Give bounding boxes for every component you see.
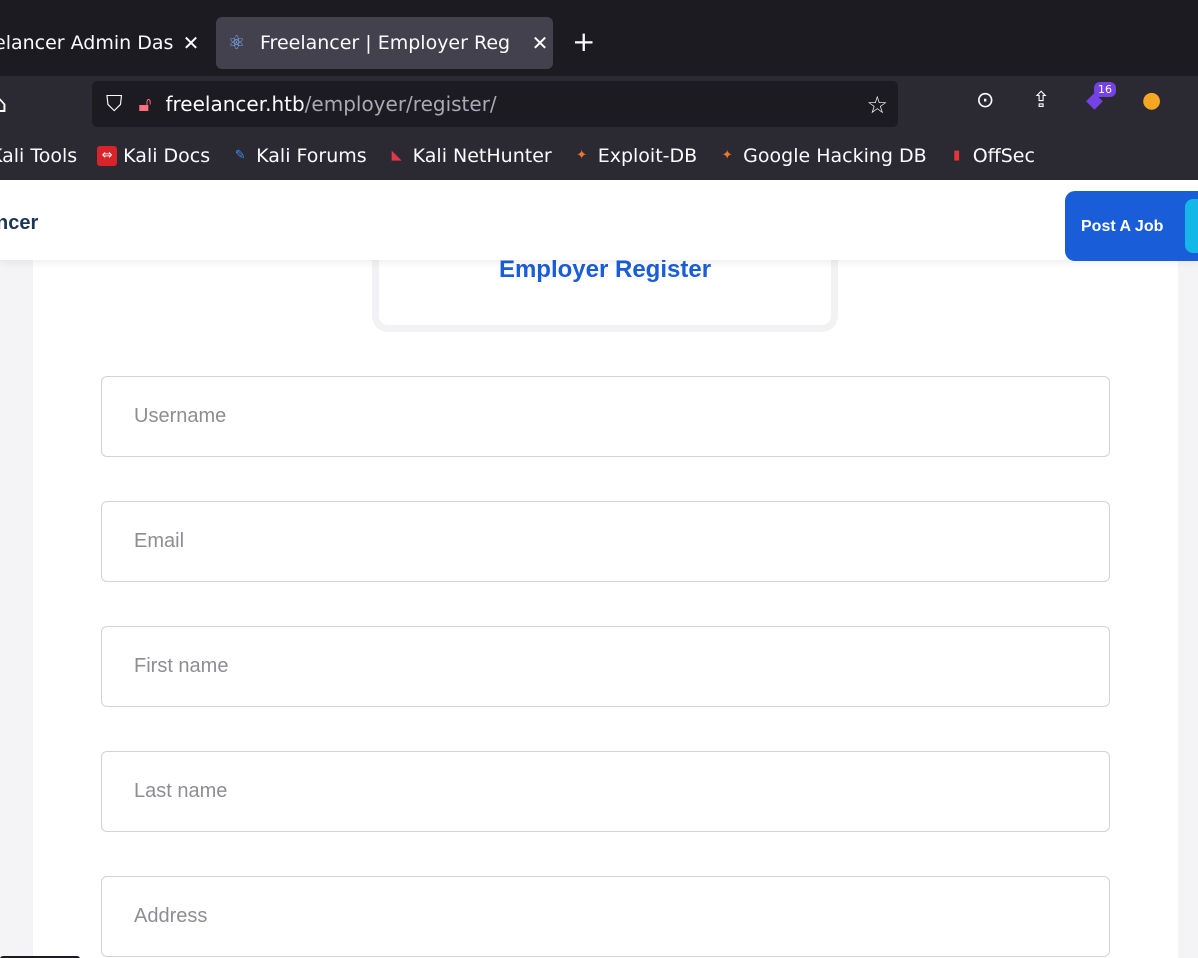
home-icon[interactable]: ⌂: [0, 90, 7, 118]
tab-strip: elancer Admin Das ✕ ⚛ Freelancer | Emplo…: [0, 0, 1198, 76]
site-logo[interactable]: ncer: [0, 212, 38, 235]
new-tab-button[interactable]: +: [572, 27, 595, 57]
kali-forums-icon: ✎: [234, 148, 246, 163]
url-bar[interactable]: ⛉ 🔓︎ freelancer.htb/employer/register/ ☆: [92, 81, 898, 127]
site-header: ncer Post A Job: [0, 180, 1198, 261]
url-text[interactable]: freelancer.htb/employer/register/: [165, 92, 496, 116]
first-name-input[interactable]: [102, 627, 1109, 706]
browser-chrome: elancer Admin Das ✕ ⚛ Freelancer | Emplo…: [0, 0, 1198, 180]
last-name-input[interactable]: [102, 752, 1109, 831]
bookmark-star-icon[interactable]: ☆: [866, 91, 888, 119]
extension-badge: 16: [1094, 82, 1116, 97]
favicon-icon: ⚛: [228, 32, 246, 54]
ghdb-icon: ✦: [721, 148, 733, 163]
tab-admin-dashboard[interactable]: elancer Admin Das ✕: [0, 17, 204, 69]
pocket-icon[interactable]: ⊙: [976, 88, 994, 113]
navigation-toolbar: ⌂ ⛉ 🔓︎ freelancer.htb/employer/register/…: [0, 76, 1198, 132]
bookmark-label: Exploit-DB: [597, 145, 698, 167]
nethunter-icon: ◣: [391, 148, 402, 163]
share-icon[interactable]: ⇪: [1032, 88, 1050, 113]
bookmark-kali-tools[interactable]: Kali Tools: [0, 145, 77, 167]
username-field[interactable]: [101, 376, 1110, 457]
header-action-button[interactable]: [1185, 199, 1198, 253]
email-input[interactable]: [102, 502, 1109, 581]
bookmark-label: Kali Tools: [0, 145, 78, 167]
bookmarks-toolbar: Kali Tools ⇔ Kali Docs ✎ Kali Forums ◣ K…: [0, 132, 1198, 180]
kali-docs-icon: ⇔: [97, 146, 118, 166]
bookmark-label: Kali Docs: [123, 145, 211, 167]
post-job-button[interactable]: Post A Job: [1065, 191, 1198, 261]
bookmark-label: OffSec: [972, 145, 1035, 167]
username-input[interactable]: [102, 377, 1109, 456]
bookmark-label: Google Hacking DB: [743, 145, 927, 167]
bookmark-offsec[interactable]: ▮ OffSec: [947, 145, 1035, 167]
cookie-extension-icon[interactable]: ●: [1142, 88, 1161, 113]
url-host: freelancer.htb: [165, 92, 305, 116]
bookmark-google-hacking-db[interactable]: ✦ Google Hacking DB: [717, 145, 927, 167]
register-card: Employer Register: [33, 230, 1178, 958]
address-field[interactable]: [101, 876, 1110, 957]
first-name-field[interactable]: [101, 626, 1110, 707]
close-icon[interactable]: ✕: [527, 31, 553, 55]
email-field[interactable]: [101, 501, 1110, 582]
insecure-lock-icon[interactable]: 🔓︎: [139, 92, 152, 116]
form-title: Employer Register: [498, 256, 712, 283]
bookmark-kali-forums[interactable]: ✎ Kali Forums: [230, 145, 367, 167]
bookmark-kali-docs[interactable]: ⇔ Kali Docs: [97, 145, 210, 167]
last-name-field[interactable]: [101, 751, 1110, 832]
shield-icon[interactable]: ⛉: [106, 92, 123, 117]
close-icon[interactable]: ✕: [178, 31, 204, 55]
bookmark-label: Kali NetHunter: [412, 145, 552, 167]
offsec-icon: ▮: [953, 148, 961, 163]
tab-title: Freelancer | Employer Reg: [260, 32, 511, 54]
bookmark-label: Kali Forums: [256, 145, 367, 167]
web-page: ncer Post A Job Employer Register: [0, 180, 1198, 958]
address-input[interactable]: [102, 877, 1109, 956]
url-path: /employer/register/: [304, 92, 497, 116]
exploit-db-icon: ✦: [576, 148, 588, 163]
bookmark-exploit-db[interactable]: ✦ Exploit-DB: [572, 145, 697, 167]
tab-employer-register[interactable]: ⚛ Freelancer | Employer Reg ✕: [216, 17, 553, 69]
bookmark-kali-nethunter[interactable]: ◣ Kali NetHunter: [387, 145, 552, 167]
tab-title: elancer Admin Das: [0, 32, 174, 54]
